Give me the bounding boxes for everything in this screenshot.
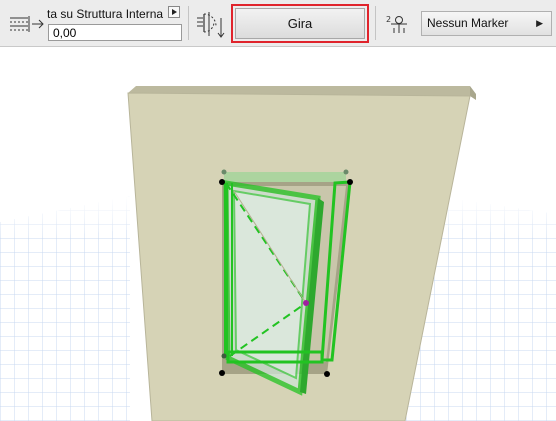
separator	[375, 6, 376, 40]
selection-handle[interactable]	[324, 371, 330, 377]
marker-select[interactable]: Nessun Marker ▶	[421, 11, 552, 36]
dropdown-arrow-icon: ▶	[536, 18, 543, 28]
svg-text:2: 2	[386, 15, 391, 24]
separator	[188, 6, 189, 40]
selection-handle[interactable]	[221, 169, 227, 175]
marker-select-value: Nessun Marker	[427, 16, 509, 30]
selection-handle[interactable]	[343, 169, 349, 175]
flip-direction-icon	[197, 12, 225, 38]
anchor-reference-label: ta su Struttura Interna	[47, 7, 164, 21]
anchor-offset-icon	[10, 16, 44, 32]
selection-handle[interactable]	[219, 370, 225, 376]
flip-button[interactable]: Gira	[235, 8, 365, 39]
toolbar: ta su Struttura Interna 0,00 Gira 2 Ness…	[0, 0, 556, 47]
3d-viewport[interactable]	[0, 48, 556, 421]
marker-icon: 2	[386, 15, 407, 33]
selection-handle[interactable]	[219, 179, 225, 185]
selection-handle[interactable]	[347, 179, 353, 185]
offset-input[interactable]: 0,00	[48, 24, 182, 41]
selection-handle[interactable]	[221, 353, 227, 359]
hotspot-point[interactable]	[303, 300, 309, 306]
expand-arrow-icon[interactable]	[168, 6, 180, 18]
